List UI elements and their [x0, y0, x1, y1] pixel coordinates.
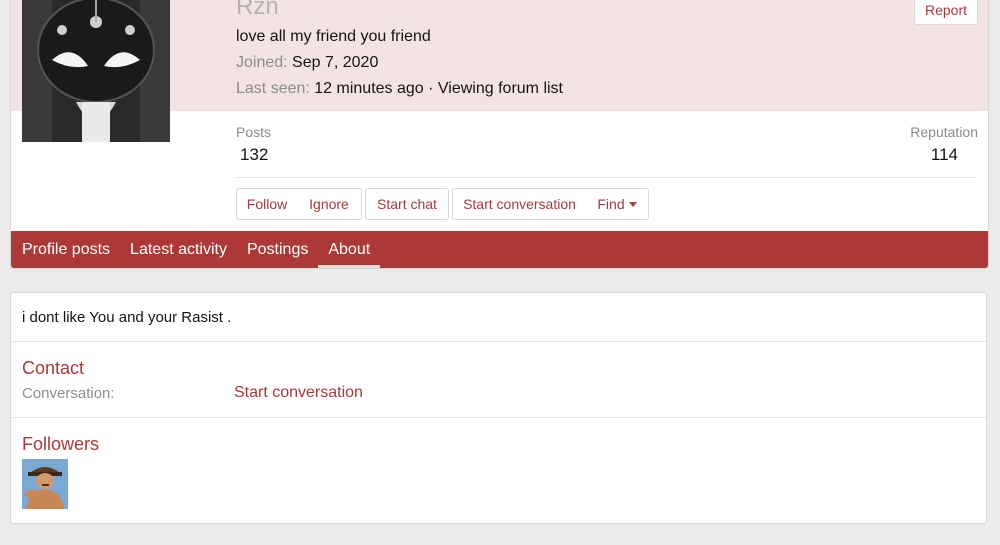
about-divider [11, 341, 986, 342]
member-avatar[interactable] [22, 0, 170, 142]
conversation-label: Conversation: [22, 385, 115, 402]
find-label: Find [597, 196, 625, 212]
last-seen-row: Last seen: 12 minutes ago · Viewing foru… [236, 80, 563, 98]
joined-row: Joined: Sep 7, 2020 [236, 54, 378, 72]
start-conversation-button[interactable]: Start conversation [452, 188, 587, 220]
contact-title: Contact [22, 358, 85, 378]
about-text: i dont like You and your Rasist . [22, 309, 232, 326]
tab-profile-posts[interactable]: Profile posts [12, 231, 120, 268]
tab-postings[interactable]: Postings [237, 231, 318, 268]
member-username: Rzn [236, 0, 279, 20]
posts-label: Posts [236, 124, 272, 140]
start-conversation-link[interactable]: Start conversation [234, 384, 363, 402]
follow-button[interactable]: Follow [236, 188, 298, 220]
member-status: love all my friend you friend [236, 28, 431, 45]
start-chat-button[interactable]: Start chat [365, 188, 449, 220]
reputation-value[interactable]: 114 [931, 145, 958, 165]
follower-avatar[interactable] [22, 459, 68, 509]
ignore-button[interactable]: Ignore [297, 188, 362, 220]
last-seen-value: 12 minutes ago · Viewing forum list [314, 80, 563, 97]
contact-divider [11, 417, 986, 418]
tab-latest-activity[interactable]: Latest activity [120, 231, 237, 268]
joined-value: Sep 7, 2020 [292, 54, 379, 71]
reputation-label: Reputation [910, 124, 978, 140]
find-button[interactable]: Find [586, 188, 649, 220]
stats-divider [236, 177, 976, 178]
member-header: Rzn love all my friend you friend Joined… [10, 0, 989, 269]
tab-about[interactable]: About [318, 231, 380, 268]
posts-value[interactable]: 132 [240, 145, 268, 165]
about-panel: i dont like You and your Rasist . Contac… [10, 292, 987, 524]
followers-title: Followers [22, 434, 100, 454]
profile-tabs: Profile posts Latest activity Postings A… [11, 231, 988, 268]
report-button[interactable]: Report [914, 0, 978, 25]
last-seen-label: Last seen: [236, 80, 310, 97]
caret-down-icon [628, 201, 637, 207]
joined-label: Joined: [236, 54, 288, 71]
